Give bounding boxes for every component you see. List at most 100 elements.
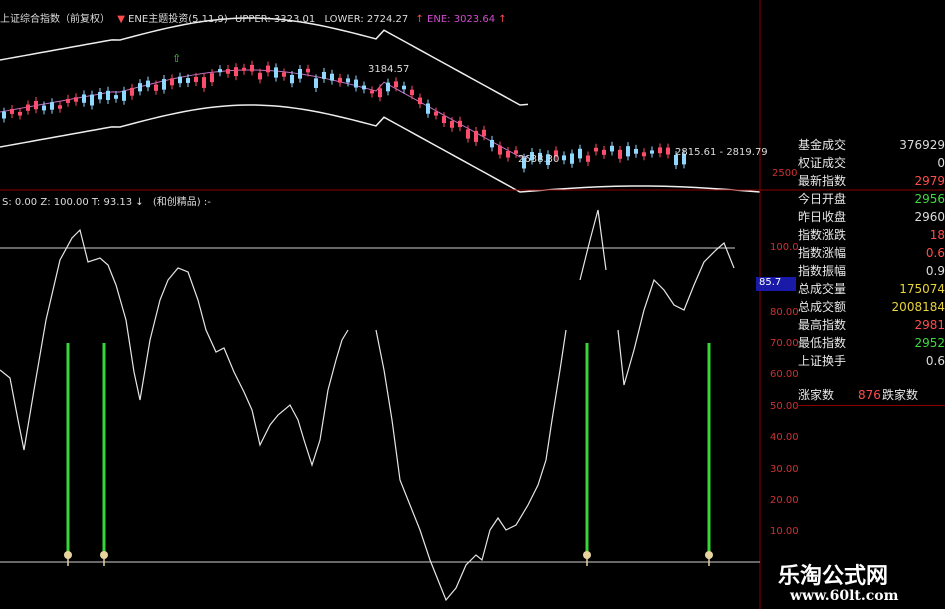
candle-body xyxy=(258,72,262,80)
watermark-title: 乐淘公式网 xyxy=(778,564,889,589)
quote-label: 总成交额 xyxy=(798,300,847,314)
candle-body xyxy=(26,104,30,111)
watermark-url: www.60lt.com xyxy=(790,588,899,604)
axis-tick-40: 40.00 xyxy=(770,432,799,443)
candle-body xyxy=(642,152,646,157)
candle-body xyxy=(58,105,62,109)
oscillator-name: (和创精品) :- xyxy=(152,197,211,208)
candle-body xyxy=(602,149,606,155)
candle-body xyxy=(506,151,510,158)
candle-body xyxy=(50,102,54,110)
candle-body xyxy=(122,90,126,101)
range-annotation: 2815.61 - 2819.79 xyxy=(675,147,768,158)
quote-row: 今日开盘 2956 xyxy=(796,190,945,208)
quote-label: 上证换手 xyxy=(798,354,847,368)
quote-value: 175074 xyxy=(899,282,945,296)
candle-body xyxy=(234,67,238,77)
candle-body xyxy=(42,105,46,111)
candle-body xyxy=(290,74,294,84)
axis-tick-80: 80.00 xyxy=(770,307,799,318)
quote-value: 0 xyxy=(937,156,945,170)
candle-body xyxy=(498,145,502,155)
quote-value: 2979 xyxy=(914,174,945,188)
candle-body xyxy=(562,155,566,161)
candle-body xyxy=(2,111,6,119)
quote-label: 指数振幅 xyxy=(798,264,847,278)
price-header: 上证综合指数（前复权） ▼ ENE主题投资(5,11,9) UPPER: 332… xyxy=(0,10,507,25)
quote-value: 2960 xyxy=(914,210,945,224)
candle-body xyxy=(434,111,438,116)
candle-body xyxy=(138,83,142,92)
candle-body xyxy=(650,150,654,154)
candle-body xyxy=(634,148,638,154)
advance-label: 涨家数 xyxy=(798,388,835,402)
candle-body xyxy=(74,97,78,102)
quote-value: 2008184 xyxy=(891,300,945,314)
signal-marker-icon xyxy=(705,551,713,559)
candle-body xyxy=(402,85,406,90)
candle-body xyxy=(226,69,230,74)
candle-body xyxy=(466,129,470,139)
quote-label: 权证成交 xyxy=(798,156,847,170)
axis-tick-60: 60.00 xyxy=(770,369,799,380)
candle-body xyxy=(618,149,622,159)
candle-body xyxy=(666,147,670,155)
candle-body xyxy=(194,76,198,83)
candle-body xyxy=(394,81,398,88)
signal-marker-icon xyxy=(64,551,72,559)
quote-row: 最新指数 2979 xyxy=(796,172,945,190)
candle-body xyxy=(18,111,22,116)
quote-label: 总成交量 xyxy=(798,282,847,296)
candle-body xyxy=(242,67,246,71)
candle-body xyxy=(450,121,454,128)
advance-value: 876 xyxy=(858,388,881,402)
candle-body xyxy=(154,84,158,91)
lower-value: LOWER: 2724.27 xyxy=(324,14,409,25)
candle-body xyxy=(186,78,190,83)
panel-divider xyxy=(796,405,945,406)
candle-body xyxy=(178,76,182,84)
candle-body xyxy=(594,147,598,152)
candle-body xyxy=(90,94,94,106)
quote-value: 2981 xyxy=(914,318,945,332)
oscillator-segment xyxy=(375,329,567,602)
current-value-label: 85.7 xyxy=(759,277,782,288)
high-annotation: 3184.57 xyxy=(368,64,410,75)
candle-body xyxy=(114,95,118,99)
candle-body xyxy=(210,73,214,83)
quote-value: 0.6 xyxy=(925,354,945,368)
quote-value: 2952 xyxy=(914,336,945,350)
quote-info-panel: 基金成交 376929 权证成交 0 最新指数 2979 今日开盘 2956 昨日收盘 2960 指… xyxy=(796,136,945,370)
up-arrow-icon-2: ↑ xyxy=(498,14,507,25)
ene-value: ENE: 3023.64 xyxy=(427,14,496,25)
quote-label: 指数涨跌 xyxy=(798,228,847,242)
signal-marker-icon xyxy=(583,551,591,559)
low-annotation: 2638.30 xyxy=(518,154,560,165)
index-title: 上证综合指数（前复权） xyxy=(0,14,110,25)
candle-body xyxy=(658,147,662,154)
candle-body xyxy=(298,68,302,79)
candle-body xyxy=(170,78,174,86)
oscillator-line xyxy=(0,209,735,602)
buy-signal-bars xyxy=(64,343,713,566)
candle-body xyxy=(266,65,270,73)
axis-tick-20: 20.00 xyxy=(770,495,799,506)
candle-body xyxy=(474,130,478,142)
candle-body xyxy=(10,108,14,114)
oscillator-segment xyxy=(579,209,607,281)
quote-value: 0.6 xyxy=(925,246,945,260)
candle-body xyxy=(418,97,422,105)
green-arrow-icon: ⇧ xyxy=(172,52,181,65)
decline-label: 跌家数 xyxy=(882,388,919,402)
axis-tick-100: 100.0 xyxy=(770,242,799,253)
candle-body xyxy=(610,145,614,152)
quote-row: 指数涨跌 18 xyxy=(796,226,945,244)
quote-row: 指数涨幅 0.6 xyxy=(796,244,945,262)
indicator-name: ENE主题投资(5,11,9) xyxy=(128,14,228,25)
candle-body xyxy=(578,148,582,159)
quote-row: 总成交量 175074 xyxy=(796,280,945,298)
oscillator-segment xyxy=(0,228,349,467)
candle-body xyxy=(34,101,38,110)
quote-label: 最新指数 xyxy=(798,174,847,188)
candle-body xyxy=(322,71,326,79)
